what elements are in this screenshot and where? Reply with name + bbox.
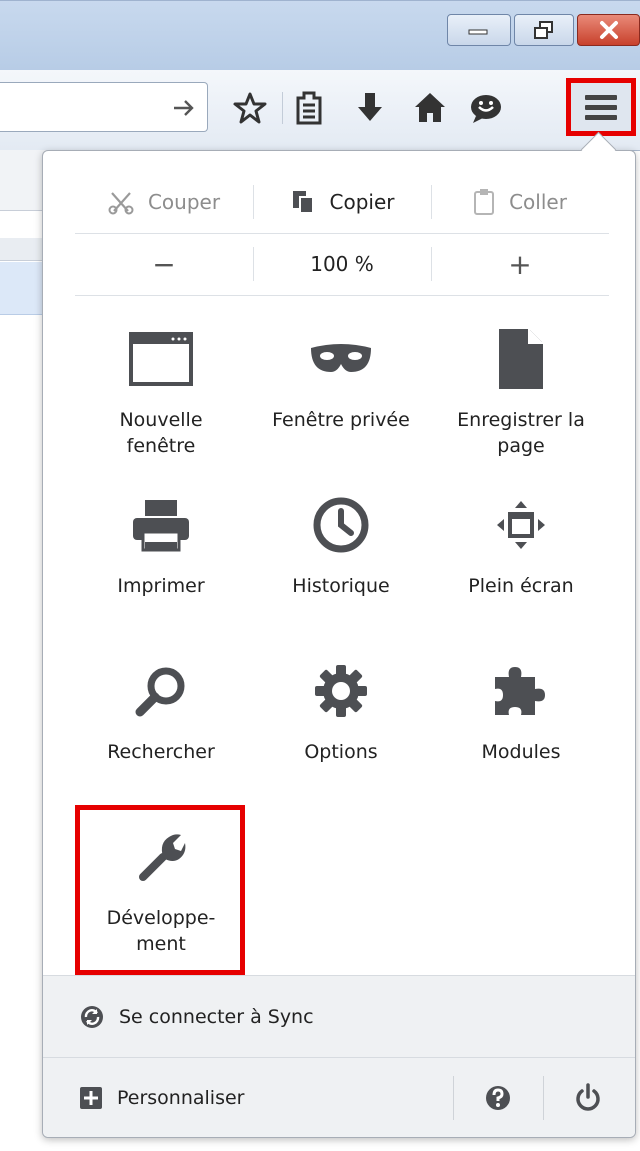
gear-icon [305, 655, 377, 727]
power-icon [576, 1083, 600, 1111]
cut-label: Couper [147, 190, 221, 214]
options-button[interactable]: Options [251, 643, 431, 809]
puzzle-icon [485, 655, 557, 727]
zoom-controls: − 100 % + [75, 233, 609, 296]
clipboard-icon [473, 188, 495, 216]
fullscreen-icon [485, 489, 557, 561]
restore-icon [534, 21, 553, 39]
scissors-icon [108, 189, 134, 215]
history-button[interactable]: Historique [251, 477, 431, 643]
print-button[interactable]: Imprimer [71, 477, 251, 643]
item-label: Options [304, 741, 378, 763]
go-arrow-icon[interactable] [171, 95, 197, 121]
close-button[interactable] [577, 14, 640, 46]
copy-label: Copier [329, 190, 395, 214]
find-button[interactable]: Rechercher [71, 643, 251, 809]
item-label: Développe- [106, 907, 216, 929]
new-window-button[interactable]: Nouvelle fenêtre [71, 311, 251, 477]
bookmarks-menu-icon[interactable] [292, 90, 328, 126]
zoom-out-button[interactable]: − [75, 233, 253, 295]
save-page-button[interactable]: Enregistrer la page [431, 311, 611, 477]
sync-label: Se connecter à Sync [119, 1005, 314, 1028]
item-label: Imprimer [117, 575, 205, 597]
paste-button[interactable]: Coller [431, 171, 609, 233]
navigation-toolbar [0, 70, 640, 151]
customize-bar: Personnaliser [43, 1057, 635, 1137]
item-label: page [497, 435, 545, 457]
minimize-icon [468, 29, 488, 35]
item-label: Enregistrer la [457, 409, 585, 431]
private-mask-icon [305, 323, 377, 395]
main-menu-panel: Couper Copier Coller − 100 % + Nouvelle … [42, 131, 636, 1138]
download-arrow-icon[interactable] [352, 90, 388, 126]
bookmark-star-icon[interactable] [232, 90, 268, 126]
plus-box-icon[interactable] [79, 1086, 103, 1110]
zoom-reset-button[interactable]: 100 % [253, 233, 431, 295]
zoom-level-label: 100 % [310, 252, 374, 276]
url-bar[interactable] [0, 82, 208, 132]
help-question-icon [486, 1086, 510, 1110]
minimize-button[interactable] [447, 14, 511, 46]
copy-icon [290, 189, 316, 215]
chat-bubble-icon[interactable] [468, 90, 504, 126]
close-icon [599, 21, 618, 39]
save-page-icon [485, 323, 557, 395]
item-label: ment [136, 933, 186, 955]
paste-label: Coller [509, 190, 567, 214]
printer-icon [125, 489, 197, 561]
window-titlebar [0, 0, 640, 71]
sync-icon [79, 1004, 105, 1030]
zoom-out-label: − [152, 247, 176, 281]
addons-button[interactable]: Modules [431, 643, 611, 809]
menu-items-grid: Nouvelle fenêtre Fenêtre privée Enregist… [71, 311, 611, 975]
developer-button[interactable]: Développe- ment [71, 805, 251, 975]
item-label: Plein écran [468, 575, 574, 597]
private-window-button[interactable]: Fenêtre privée [251, 311, 431, 477]
zoom-in-label: + [508, 247, 532, 281]
history-clock-icon [305, 489, 377, 561]
home-icon[interactable] [412, 90, 448, 126]
help-button[interactable] [453, 1058, 543, 1138]
wrench-icon [125, 821, 197, 893]
search-icon [125, 655, 197, 727]
hamburger-icon [585, 95, 617, 125]
sync-signin-button[interactable]: Se connecter à Sync [43, 975, 635, 1057]
edit-controls: Couper Copier Coller [75, 171, 609, 234]
quit-button[interactable] [543, 1058, 633, 1138]
toolbar-separator [282, 92, 283, 124]
copy-button[interactable]: Copier [253, 171, 431, 233]
open-menu-button[interactable] [566, 78, 636, 136]
item-label: Modules [481, 741, 561, 763]
item-label: Fenêtre privée [272, 409, 410, 431]
item-label: Historique [292, 575, 390, 597]
new-window-icon [125, 323, 197, 395]
item-label: Rechercher [107, 741, 215, 763]
restore-button[interactable] [514, 14, 574, 46]
item-label: Nouvelle [119, 409, 203, 431]
item-label: fenêtre [126, 435, 196, 457]
cut-button[interactable]: Couper [75, 171, 253, 233]
customize-label[interactable]: Personnaliser [117, 1087, 245, 1109]
zoom-in-button[interactable]: + [431, 233, 609, 295]
fullscreen-button[interactable]: Plein écran [431, 477, 611, 643]
